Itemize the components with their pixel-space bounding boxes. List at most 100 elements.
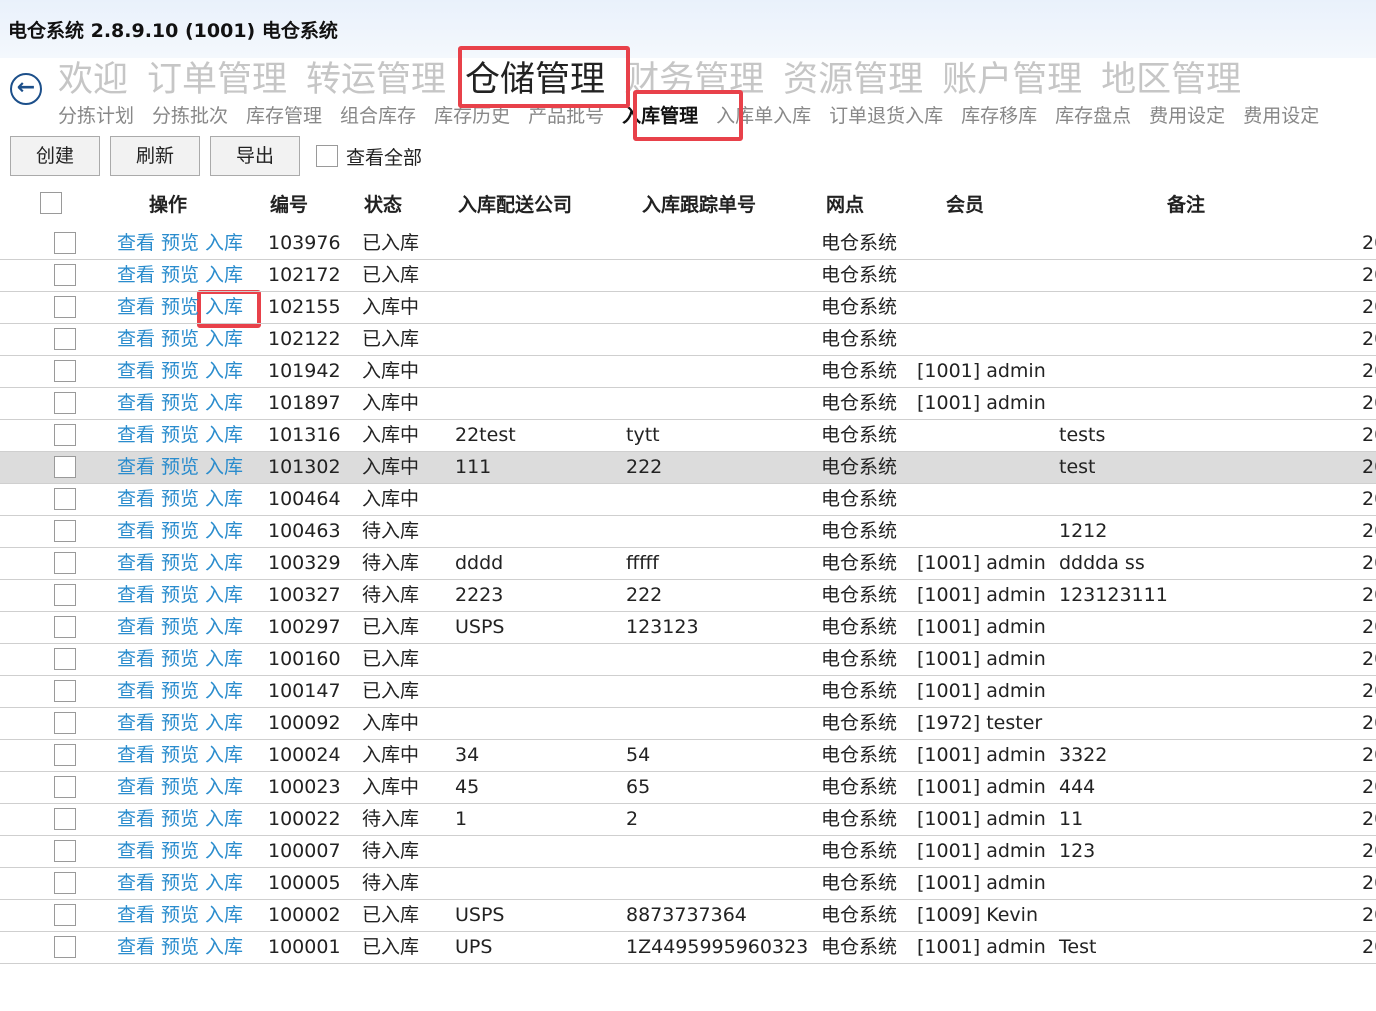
preview-link[interactable]: 预览 [161, 520, 199, 542]
preview-link[interactable]: 预览 [161, 232, 199, 254]
view-link[interactable]: 查看 [117, 424, 155, 446]
table-row[interactable]: 查看 预览 入库 100024 入库中 34 54 电仓系统 [1001] admin 3322 2… [0, 740, 1376, 772]
main-nav-finance[interactable]: 财务管理 [624, 56, 764, 104]
row-checkbox[interactable] [54, 392, 76, 414]
view-link[interactable]: 查看 [117, 904, 155, 926]
inbound-link[interactable]: 入库 [205, 840, 243, 862]
table-row[interactable]: 查看预览入库 100160 已入库 电仓系统 [1001] admin 20 [0, 644, 1376, 676]
inbound-link[interactable]: 入库 [205, 360, 243, 382]
inbound-link[interactable]: 入库 [205, 296, 243, 318]
inbound-link[interactable]: 入库 [205, 712, 243, 734]
view-link[interactable]: 查看 [117, 872, 155, 894]
preview-link[interactable]: 预览 [161, 264, 199, 286]
column-header-ops[interactable]: 操作 [149, 190, 187, 217]
preview-link[interactable]: 预览 [161, 936, 199, 958]
view-all-toggle[interactable]: 查看全部 [316, 143, 422, 170]
row-checkbox[interactable] [54, 680, 76, 702]
row-checkbox[interactable] [54, 904, 76, 926]
sub-nav-inventory[interactable]: 库存管理 [246, 102, 322, 130]
row-checkbox[interactable] [54, 552, 76, 574]
view-link[interactable]: 查看 [117, 232, 155, 254]
view-link[interactable]: 查看 [117, 488, 155, 510]
inbound-link[interactable]: 入库 [205, 616, 243, 638]
sub-nav-sort-batch[interactable]: 分拣批次 [152, 102, 228, 130]
main-nav-accounts[interactable]: 账户管理 [942, 56, 1082, 104]
view-link[interactable]: 查看 [117, 648, 155, 670]
table-row[interactable]: 查看预览入库 100022 待入库 1 2 电仓系统 [1001] admin 11 20 [0, 804, 1376, 836]
column-header-id[interactable]: 编号 [270, 190, 308, 217]
preview-link[interactable]: 预览 [161, 584, 199, 606]
view-link[interactable]: 查看 [117, 456, 155, 478]
sub-nav-inventory-history[interactable]: 库存历史 [434, 102, 510, 130]
table-row[interactable]: 查看预览入库 100007 待入库 电仓系统 [1001] admin 123 20 [0, 836, 1376, 868]
inbound-link[interactable]: 入库 [205, 648, 243, 670]
row-checkbox[interactable] [54, 616, 76, 638]
table-row[interactable]: 查看预览入库 102155 入库中 电仓系统 20 [0, 292, 1376, 324]
sub-nav-fee-settings[interactable]: 费用设定 [1149, 102, 1225, 130]
column-header-status[interactable]: 状态 [364, 190, 402, 217]
sub-nav-combo-inventory[interactable]: 组合库存 [340, 102, 416, 130]
inbound-link[interactable]: 入库 [205, 456, 243, 478]
inbound-link[interactable]: 入库 [205, 328, 243, 350]
row-checkbox[interactable] [54, 808, 76, 830]
preview-link[interactable]: 预览 [161, 840, 199, 862]
column-header-member[interactable]: 会员 [946, 190, 984, 217]
view-all-checkbox[interactable] [316, 145, 338, 167]
inbound-link[interactable]: 入库 [205, 776, 243, 798]
table-row[interactable]: 查看预览入库 100092 入库中 电仓系统 [1972] tester 20 [0, 708, 1376, 740]
table-row[interactable]: 查看预览入库 100464 入库中 电仓系统 20 [0, 484, 1376, 516]
view-link[interactable]: 查看 [117, 712, 155, 734]
preview-link[interactable]: 预览 [161, 488, 199, 510]
row-checkbox[interactable] [54, 744, 76, 766]
create-button[interactable]: 创建 [10, 136, 100, 176]
table-row[interactable]: 查看预览入库 101302 入库中 111 222 电仓系统 test 20 [0, 452, 1376, 484]
row-checkbox[interactable] [54, 648, 76, 670]
inbound-link[interactable]: 入库 [205, 392, 243, 414]
inbound-link[interactable]: 入库 [205, 584, 243, 606]
table-row[interactable]: 查看预览入库 100463 待入库 电仓系统 1212 20 [0, 516, 1376, 548]
view-link[interactable]: 查看 [117, 392, 155, 414]
preview-link[interactable]: 预览 [161, 392, 199, 414]
sub-nav-inbound-order[interactable]: 入库单入库 [716, 102, 811, 130]
inbound-link[interactable]: 入库 [205, 232, 243, 254]
main-nav-warehouse[interactable]: 仓储管理 [465, 56, 605, 104]
main-nav-regions[interactable]: 地区管理 [1101, 56, 1241, 104]
row-checkbox[interactable] [54, 424, 76, 446]
sub-nav-inbound-management[interactable]: 入库管理 [622, 102, 698, 130]
preview-link[interactable]: 预览 [161, 360, 199, 382]
table-row[interactable]: 查看预览入库 103976 已入库 电仓系统 20 [0, 228, 1376, 260]
sub-nav-sort-plan[interactable]: 分拣计划 [58, 102, 134, 130]
sub-nav-return-inbound[interactable]: 订单退货入库 [829, 102, 943, 130]
table-row[interactable]: 查看预览入库 100023 入库中 45 65 电仓系统 [1001] admin 444 20 [0, 772, 1376, 804]
inbound-link[interactable]: 入库 [205, 904, 243, 926]
preview-link[interactable]: 预览 [161, 296, 199, 318]
table-row[interactable]: 查看 预览 入库 100001 已入库 UPS 1Z4495995960323 电仓系统 [10… [0, 932, 1376, 964]
row-checkbox[interactable] [54, 936, 76, 958]
view-link[interactable]: 查看 [117, 552, 155, 574]
view-link[interactable]: 查看 [117, 328, 155, 350]
inbound-link[interactable]: 入库 [205, 520, 243, 542]
preview-link[interactable]: 预览 [161, 712, 199, 734]
row-checkbox[interactable] [54, 776, 76, 798]
view-link[interactable]: 查看 [117, 776, 155, 798]
view-link[interactable]: 查看 [117, 744, 155, 766]
view-link[interactable]: 查看 [117, 296, 155, 318]
preview-link[interactable]: 预览 [161, 808, 199, 830]
row-checkbox[interactable] [54, 456, 76, 478]
select-all-checkbox[interactable] [40, 192, 62, 214]
preview-link[interactable]: 预览 [161, 456, 199, 478]
preview-link[interactable]: 预览 [161, 872, 199, 894]
back-arrow-icon[interactable]: ← [10, 73, 42, 105]
table-row[interactable]: 查看预览入库 102122 已入库 电仓系统 20 [0, 324, 1376, 356]
inbound-link[interactable]: 入库 [205, 552, 243, 574]
table-row[interactable]: 查看 预览 入库 100002 已入库 USPS 8873737364 电仓系统 [1009] … [0, 900, 1376, 932]
preview-link[interactable]: 预览 [161, 744, 199, 766]
row-checkbox[interactable] [54, 328, 76, 350]
sub-nav-stocktake[interactable]: 库存盘点 [1055, 102, 1131, 130]
inbound-link[interactable]: 入库 [205, 808, 243, 830]
view-link[interactable]: 查看 [117, 680, 155, 702]
main-nav-welcome[interactable]: 欢迎 [58, 56, 128, 104]
view-link[interactable]: 查看 [117, 360, 155, 382]
sub-nav-transfer[interactable]: 库存移库 [961, 102, 1037, 130]
inbound-link[interactable]: 入库 [205, 264, 243, 286]
